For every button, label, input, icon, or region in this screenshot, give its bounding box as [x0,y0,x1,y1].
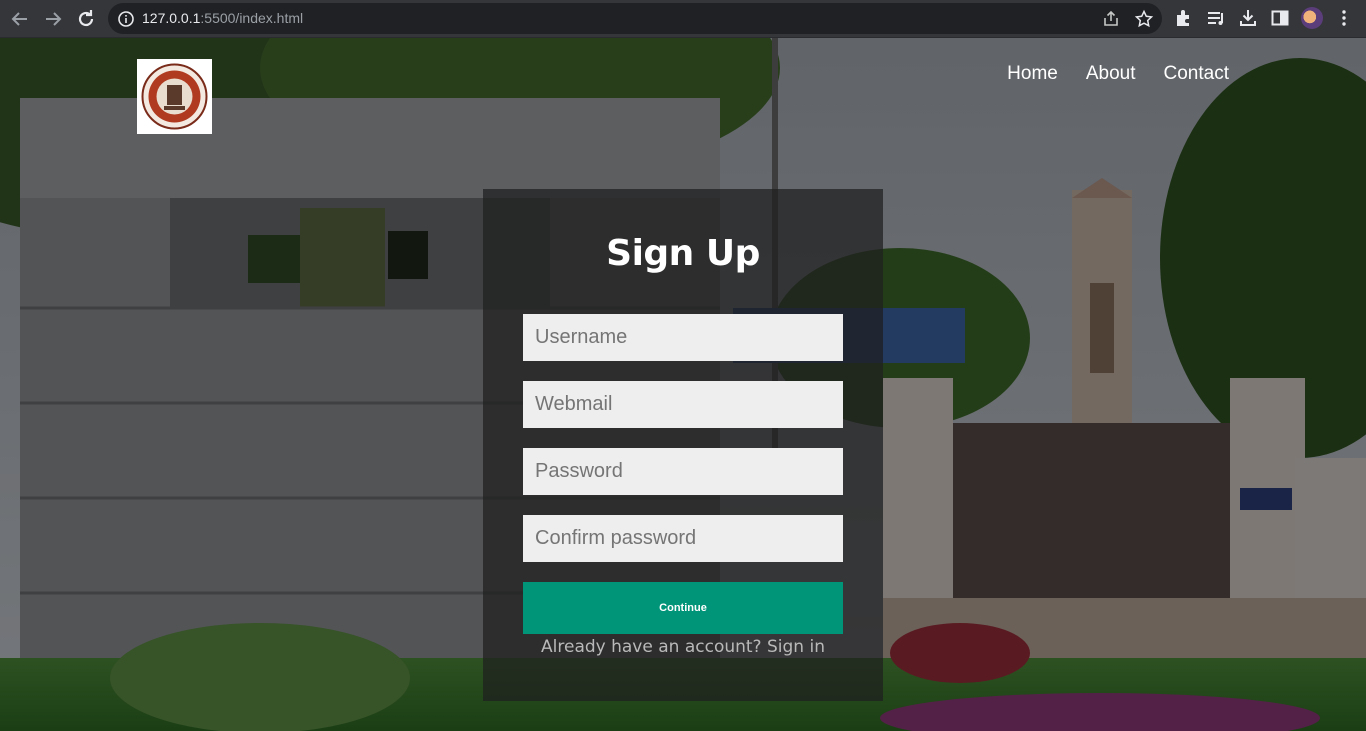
info-icon[interactable] [117,10,135,32]
institute-logo[interactable] [137,59,212,134]
browser-toolbar: 127.0.0.1:5500/index.html [0,0,1366,38]
download-icon[interactable] [1237,7,1261,31]
avatar[interactable] [1301,7,1323,29]
star-icon[interactable] [1134,9,1154,33]
logo-emblem-icon [141,63,208,130]
signin-prefix: Already have an account? [541,637,762,657]
back-arrow-icon[interactable] [8,7,32,31]
signup-form: Sign Up Continue Already have an account… [483,189,883,701]
url-host: 127.0.0.1 [142,10,201,26]
page: Home About Contact Sign Up Continue Alre… [0,38,1366,731]
webmail-input[interactable] [523,381,843,428]
signin-prompt: Already have an account? Sign in [483,637,883,657]
puzzle-icon[interactable] [1173,7,1197,31]
url-path: :5500/index.html [200,10,304,26]
kebab-menu-icon[interactable] [1333,7,1357,31]
form-title: Sign Up [606,233,760,274]
share-icon[interactable] [1101,9,1121,33]
nav-about-link[interactable]: About [1086,63,1136,85]
confirm-password-input[interactable] [523,515,843,562]
reload-icon[interactable] [74,7,98,31]
reading-list-icon[interactable] [1205,7,1229,31]
password-input[interactable] [523,448,843,495]
top-navigation: Home About Contact [1007,63,1229,85]
forward-arrow-icon[interactable] [41,7,65,31]
username-input[interactable] [523,314,843,361]
url-text: 127.0.0.1:5500/index.html [142,10,303,26]
continue-button[interactable]: Continue [523,582,843,634]
signin-link[interactable]: Sign in [767,637,825,657]
nav-home-link[interactable]: Home [1007,63,1058,85]
nav-contact-link[interactable]: Contact [1164,63,1229,85]
side-panel-icon[interactable] [1269,7,1293,31]
address-bar[interactable]: 127.0.0.1:5500/index.html [108,3,1162,34]
